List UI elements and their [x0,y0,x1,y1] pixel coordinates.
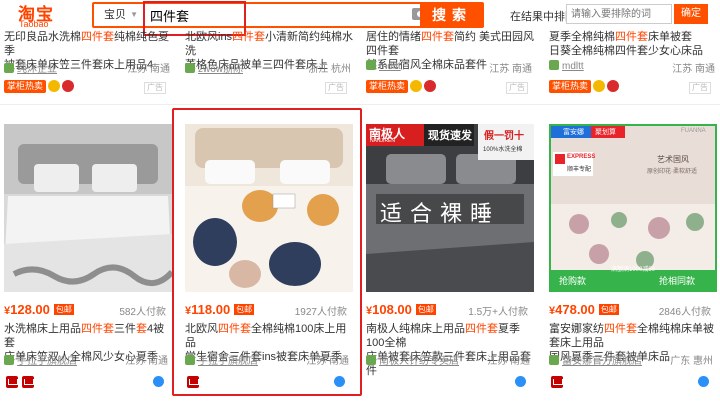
image-bottom-left-text: 抢购款 [559,276,587,286]
ad-tag: 广告 [506,82,528,94]
listing-shop[interactable]: zwow浙陈 浙江 杭州 [185,60,355,75]
hot-badge: 掌柜热卖 [4,80,47,93]
hot-badge: 掌柜热卖 [549,80,592,93]
search-category-label: 宝贝 [104,9,126,21]
tmall-icon [22,376,34,388]
shop-icon [185,63,195,73]
image-coupon-text: 满额满1000减50 [611,267,656,273]
shop-icon [4,63,14,73]
product-price: ¥478.00 包邮 [549,302,619,317]
shop-icon [366,355,376,365]
ad-tag: 广告 [689,82,711,94]
search-category-select[interactable]: 宝贝 ▼ [94,4,142,26]
wangwang-chat-icon[interactable] [153,376,164,387]
wangwang-chat-icon[interactable] [515,376,526,387]
image-desc-text: 原创印花·柔软舒适 [647,169,697,175]
heart-medal-icon [424,80,437,92]
product-shop[interactable]: 南极人针纺专卖店 江苏 南通 [366,352,536,367]
product-image[interactable]: 南极人 NANJIREN 现货速发 假一罚十 100%水洗全棉 适合裸睡 [366,124,534,292]
exclude-confirm-button[interactable]: 确定 [674,4,708,24]
listing-shop[interactable]: mdltt 江苏 南通 [366,60,536,75]
taobao-logo[interactable]: 淘宝 Taobao [6,0,68,30]
product-highlight-frame [172,108,362,396]
shop-icon [549,60,559,70]
listing-shop[interactable]: 纯沐企业 江苏 南通 [4,60,174,75]
listing-badges: 掌柜热卖 [366,80,437,94]
free-shipping-badge: 包邮 [598,304,619,315]
product-image[interactable] [4,124,172,292]
gold-medal-icon [410,80,423,92]
image-promo-text: 聚划算 [595,129,616,136]
image-slogan-text: 适合裸睡 [380,201,501,226]
hot-badge: 掌柜热卖 [366,80,409,93]
row-divider [0,104,720,105]
product-title[interactable]: 南极人纯棉床上用品四件套夏季100全棉 床单被套床笠款三件套床上用品套件 [366,322,536,378]
sales-count: 582人付款 [119,307,166,318]
chevron-down-icon: ▼ [130,10,138,19]
image-collection-text: 艺术国风 [657,155,689,164]
tmall-icon [551,376,563,388]
image-badge-subtext: 100%水洗全棉 [483,147,523,153]
image-bottom-right-text: 抢相同款 [659,276,696,286]
ad-tag: 广告 [144,82,166,94]
tmall-icon [6,376,18,388]
product-price: ¥128.00 包邮 [4,302,74,317]
logo-subtext: Taobao [19,19,49,29]
exclude-input[interactable] [566,4,672,24]
gold-medal-icon [48,80,61,92]
listing-title[interactable]: 夏季全棉纯棉四件套床单被套 日葵全棉纯棉四件套少女心床品 [549,30,719,58]
listing-badges: 掌柜热卖 [4,80,75,94]
image-brand-en-text: FUANNA [681,128,706,134]
shop-icon [549,355,559,365]
shop-icon [4,355,14,365]
heart-medal-icon [607,80,620,92]
product-shop[interactable]: 手拉手旗舰店 江苏 南通 [4,352,174,367]
shop-icon [366,60,376,70]
listing-shop[interactable]: mdltt 江苏 南通 [549,60,719,75]
gold-medal-icon [593,80,606,92]
free-shipping-badge: 包邮 [415,304,436,315]
sales-count: 1.5万+人付款 [468,307,528,318]
ad-tag: 广告 [325,82,347,94]
image-express-text: EXPRESS [567,154,596,160]
listing-badges: 掌柜热卖 [549,80,620,94]
product-price: ¥108.00 包邮 [366,302,436,317]
search-button[interactable]: 搜索 [420,2,484,28]
free-shipping-badge: 包邮 [53,304,74,315]
heart-medal-icon [62,80,75,92]
image-badge-text: 假一罚十 [484,131,524,142]
product-image[interactable]: 富安娜 聚划算 FUANNA EXPRESS 顺丰专配 艺术国风 原创印花·柔软… [549,124,717,292]
image-sf-text: 顺丰专配 [567,167,592,173]
wangwang-chat-icon[interactable] [698,376,709,387]
image-brand-en-text: NANJIREN [370,138,396,144]
sales-count: 2846人付款 [658,307,711,318]
image-brand-text: 富安娜 [563,129,584,136]
product-shop[interactable]: 富安娜官方旗舰店 广东 惠州 [549,352,719,367]
image-promo-text: 现货速发 [428,130,472,142]
top-search-bar: 淘宝 Taobao 宝贝 ▼ 搜索 在结果中排除 确定 [0,0,720,36]
